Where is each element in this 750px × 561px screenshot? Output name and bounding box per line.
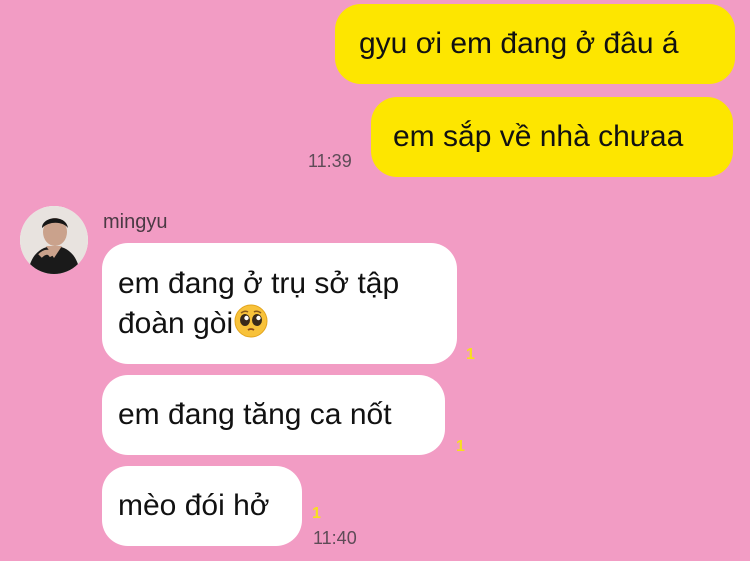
unread-count: 1 xyxy=(456,438,465,455)
contact-name: mingyu xyxy=(103,211,168,233)
outgoing-message-bubble[interactable]: gyu ơi em đang ở đâu á xyxy=(335,4,735,84)
message-timestamp: 11:39 xyxy=(308,151,352,171)
incoming-message-bubble[interactable]: mèo đói hở xyxy=(102,466,302,546)
message-text: đoàn gòi xyxy=(118,307,234,340)
message-text: gyu ơi em đang ở đâu á xyxy=(359,27,679,60)
message-timestamp: 11:40 xyxy=(313,528,357,548)
message-text-line2: đoàn gòi xyxy=(118,303,435,343)
unread-count: 1 xyxy=(312,505,321,522)
message-text: em đang tăng ca nốt xyxy=(118,398,392,431)
incoming-message-bubble[interactable]: em đang tăng ca nốt xyxy=(102,375,445,455)
incoming-message-bubble[interactable]: em đang ở trụ sở tập đoàn gòi xyxy=(102,243,457,364)
outgoing-message-bubble[interactable]: em sắp về nhà chưaa xyxy=(371,97,733,177)
avatar-photo-icon xyxy=(20,206,88,274)
contact-avatar[interactable] xyxy=(20,206,88,274)
message-text: em sắp về nhà chưaa xyxy=(393,120,684,153)
message-text: mèo đói hở xyxy=(118,489,270,522)
unread-count: 1 xyxy=(466,346,475,363)
message-text: em đang ở trụ sở tập xyxy=(118,267,400,300)
pleading-face-emoji-icon xyxy=(234,304,268,338)
